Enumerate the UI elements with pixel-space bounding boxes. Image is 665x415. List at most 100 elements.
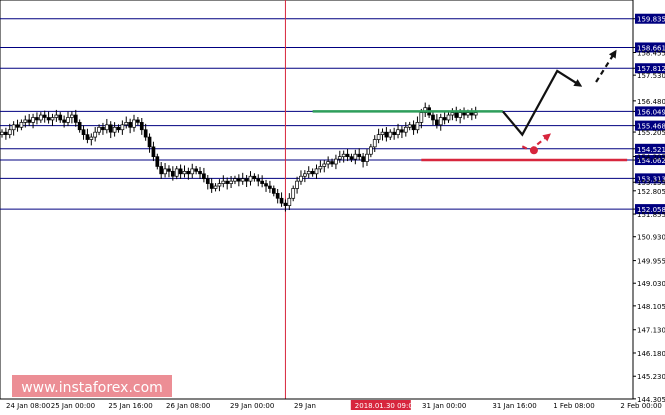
y-tick-label: 146.180 [637, 350, 665, 358]
candle-body [380, 131, 385, 135]
candle-body [349, 156, 354, 160]
candle-body [469, 112, 474, 116]
candle-body [372, 139, 377, 148]
candle-body [85, 134, 90, 140]
candle-body [353, 153, 358, 160]
y-tick-label: 155.205 [637, 129, 665, 137]
candle-body [384, 131, 389, 138]
candle-body [108, 124, 113, 133]
candle-body [264, 183, 268, 187]
y-tick-label: 145.230 [637, 373, 665, 381]
candle-body [132, 119, 136, 128]
candle-body [178, 168, 183, 175]
candle-body [248, 175, 253, 182]
candle-body [337, 156, 342, 160]
candle-body [236, 178, 241, 182]
y-tick-label: 151.855 [637, 211, 665, 219]
plot-background [0, 0, 634, 400]
candle-body [260, 180, 264, 184]
candle-body [70, 114, 74, 118]
candle-body [299, 175, 303, 182]
y-tick-label: 149.030 [637, 280, 665, 288]
candle-body [167, 168, 171, 172]
candle-body [376, 134, 381, 140]
candle-body [252, 175, 257, 180]
candle-body [151, 146, 156, 158]
chart-canvas: 159.835158.661157.812156.049155.468154.5… [0, 0, 665, 410]
candle-body [330, 161, 334, 165]
candle-body [450, 112, 455, 116]
x-tick-label: 26 Jan 08:00 [166, 402, 210, 410]
candle-body [213, 185, 218, 189]
y-tick-label: 154.205 [637, 154, 665, 162]
candle-body [54, 114, 59, 118]
candle-body [77, 122, 82, 131]
candle-body [170, 170, 175, 177]
y-tick-label: 159.835 [637, 16, 665, 24]
y-tick-label: 153.155 [637, 179, 665, 187]
candle-body [365, 153, 369, 162]
candle-body [240, 178, 245, 182]
candle-body [396, 129, 400, 135]
y-tick-label: 147.130 [637, 327, 665, 335]
candle-body [322, 163, 327, 167]
candle-body [295, 180, 299, 189]
candle-body [275, 193, 280, 199]
candle-body [291, 188, 296, 199]
candle-body [93, 131, 98, 138]
candle-body [283, 202, 288, 206]
candle-body [38, 114, 43, 121]
candle-body [73, 114, 78, 123]
candle-body [341, 153, 346, 158]
y-tick-label: 150.930 [637, 234, 665, 242]
x-tick-label: 2 Feb 00:00 [620, 402, 661, 410]
candle-body [287, 197, 292, 206]
candle-body [400, 129, 404, 133]
candle-body [186, 170, 191, 175]
candle-body [357, 153, 362, 158]
x-tick-label: 25 Jan 00:00 [51, 402, 95, 410]
candle-body [62, 119, 66, 123]
candle-body [4, 131, 8, 135]
candle-body [124, 122, 129, 126]
candle-body [159, 166, 164, 175]
candle-body [174, 168, 179, 177]
candle-body [0, 131, 4, 135]
x-tick-label: 29 Jan 00:00 [230, 402, 274, 410]
candle-body [27, 119, 32, 123]
candle-body [35, 117, 39, 121]
candle-body [361, 156, 365, 162]
candle-body [326, 161, 330, 165]
red-dot [529, 146, 538, 155]
y-tick-label: 156.049 [637, 108, 665, 116]
candle-body [89, 136, 94, 140]
candle-body [233, 178, 237, 182]
candle-body [116, 126, 121, 131]
candle-body [190, 168, 195, 175]
candle-body [392, 131, 397, 135]
candle-body [31, 117, 35, 123]
candle-body [306, 170, 311, 175]
candle-body [19, 122, 24, 128]
candle-body [462, 112, 466, 116]
candle-body [11, 124, 16, 131]
candle-body [147, 136, 152, 148]
candle-body [411, 124, 416, 131]
candle-body [194, 168, 198, 172]
candle-body [345, 153, 350, 158]
y-tick-label: 148.105 [637, 303, 665, 311]
candle-body [15, 124, 20, 128]
candle-body [388, 131, 393, 138]
candle-body [225, 180, 230, 184]
x-tick-label: 31 Jan 00:00 [422, 402, 466, 410]
candle-body [314, 168, 319, 175]
candle-body [143, 129, 148, 138]
watermark: www.instaforex.com [12, 375, 172, 397]
y-tick-label: 152.805 [637, 188, 665, 196]
x-tick-label: 25 Jan 16:00 [108, 402, 152, 410]
x-tick-label: 1 Feb 08:00 [553, 402, 594, 410]
candle-body [279, 197, 284, 204]
candle-body [473, 112, 478, 116]
forex-chart: 159.835 158.661 157.812 156.049 155.468 154.5… [0, 0, 665, 411]
candle-body [205, 178, 210, 184]
